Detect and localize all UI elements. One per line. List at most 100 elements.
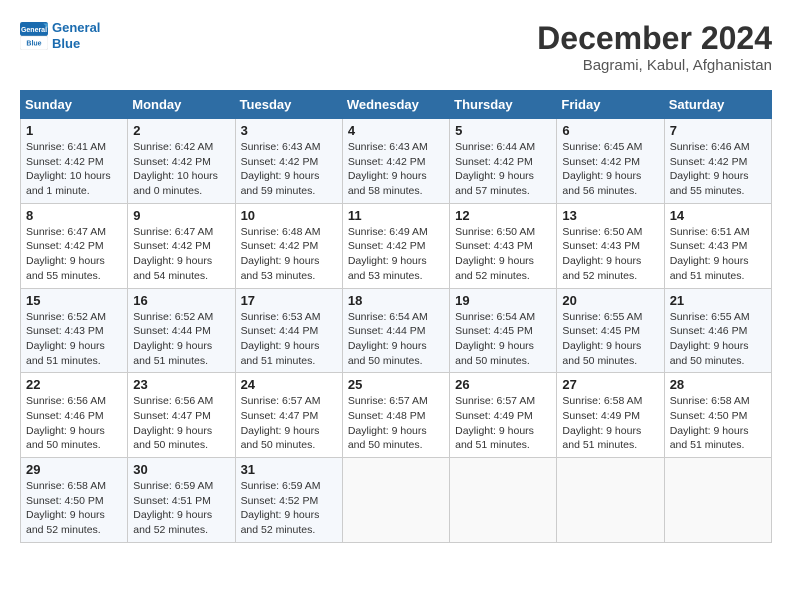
- day-info: Sunrise: 6:55 AM Sunset: 4:46 PM Dayligh…: [670, 310, 766, 369]
- day-info: Sunrise: 6:59 AM Sunset: 4:51 PM Dayligh…: [133, 479, 229, 538]
- day-info: Sunrise: 6:54 AM Sunset: 4:44 PM Dayligh…: [348, 310, 444, 369]
- header-monday: Monday: [128, 91, 235, 119]
- calendar-cell: 11 Sunrise: 6:49 AM Sunset: 4:42 PM Dayl…: [342, 203, 449, 288]
- day-number: 4: [348, 123, 444, 138]
- page-title: December 2024: [537, 20, 772, 57]
- calendar-week-4: 22 Sunrise: 6:56 AM Sunset: 4:46 PM Dayl…: [21, 373, 772, 458]
- calendar-cell: 16 Sunrise: 6:52 AM Sunset: 4:44 PM Dayl…: [128, 288, 235, 373]
- day-info: Sunrise: 6:42 AM Sunset: 4:42 PM Dayligh…: [133, 140, 229, 199]
- header-tuesday: Tuesday: [235, 91, 342, 119]
- calendar-cell: 17 Sunrise: 6:53 AM Sunset: 4:44 PM Dayl…: [235, 288, 342, 373]
- calendar-week-5: 29 Sunrise: 6:58 AM Sunset: 4:50 PM Dayl…: [21, 458, 772, 543]
- day-number: 21: [670, 293, 766, 308]
- calendar-week-2: 8 Sunrise: 6:47 AM Sunset: 4:42 PM Dayli…: [21, 203, 772, 288]
- day-number: 18: [348, 293, 444, 308]
- page-subtitle: Bagrami, Kabul, Afghanistan: [537, 57, 772, 74]
- day-number: 20: [562, 293, 658, 308]
- header-saturday: Saturday: [664, 91, 771, 119]
- day-info: Sunrise: 6:58 AM Sunset: 4:50 PM Dayligh…: [26, 479, 122, 538]
- day-info: Sunrise: 6:52 AM Sunset: 4:43 PM Dayligh…: [26, 310, 122, 369]
- calendar-cell: [342, 458, 449, 543]
- day-info: Sunrise: 6:58 AM Sunset: 4:49 PM Dayligh…: [562, 394, 658, 453]
- day-info: Sunrise: 6:50 AM Sunset: 4:43 PM Dayligh…: [562, 225, 658, 284]
- calendar-cell: 27 Sunrise: 6:58 AM Sunset: 4:49 PM Dayl…: [557, 373, 664, 458]
- calendar-cell: 22 Sunrise: 6:56 AM Sunset: 4:46 PM Dayl…: [21, 373, 128, 458]
- day-info: Sunrise: 6:51 AM Sunset: 4:43 PM Dayligh…: [670, 225, 766, 284]
- day-number: 12: [455, 208, 551, 223]
- calendar-cell: 28 Sunrise: 6:58 AM Sunset: 4:50 PM Dayl…: [664, 373, 771, 458]
- day-info: Sunrise: 6:47 AM Sunset: 4:42 PM Dayligh…: [26, 225, 122, 284]
- calendar-cell: 31 Sunrise: 6:59 AM Sunset: 4:52 PM Dayl…: [235, 458, 342, 543]
- day-number: 26: [455, 377, 551, 392]
- calendar-week-3: 15 Sunrise: 6:52 AM Sunset: 4:43 PM Dayl…: [21, 288, 772, 373]
- day-number: 10: [241, 208, 337, 223]
- day-number: 30: [133, 462, 229, 477]
- logo: General Blue General Blue: [20, 20, 100, 51]
- calendar-cell: 13 Sunrise: 6:50 AM Sunset: 4:43 PM Dayl…: [557, 203, 664, 288]
- day-info: Sunrise: 6:43 AM Sunset: 4:42 PM Dayligh…: [348, 140, 444, 199]
- day-info: Sunrise: 6:50 AM Sunset: 4:43 PM Dayligh…: [455, 225, 551, 284]
- day-number: 5: [455, 123, 551, 138]
- day-number: 31: [241, 462, 337, 477]
- header-thursday: Thursday: [450, 91, 557, 119]
- day-number: 11: [348, 208, 444, 223]
- calendar-cell: 26 Sunrise: 6:57 AM Sunset: 4:49 PM Dayl…: [450, 373, 557, 458]
- calendar-cell: 23 Sunrise: 6:56 AM Sunset: 4:47 PM Dayl…: [128, 373, 235, 458]
- calendar-cell: 14 Sunrise: 6:51 AM Sunset: 4:43 PM Dayl…: [664, 203, 771, 288]
- calendar-cell: 30 Sunrise: 6:59 AM Sunset: 4:51 PM Dayl…: [128, 458, 235, 543]
- calendar-header-row: SundayMondayTuesdayWednesdayThursdayFrid…: [21, 91, 772, 119]
- day-number: 16: [133, 293, 229, 308]
- calendar-cell: 1 Sunrise: 6:41 AM Sunset: 4:42 PM Dayli…: [21, 119, 128, 204]
- day-info: Sunrise: 6:57 AM Sunset: 4:47 PM Dayligh…: [241, 394, 337, 453]
- header-wednesday: Wednesday: [342, 91, 449, 119]
- calendar-cell: 18 Sunrise: 6:54 AM Sunset: 4:44 PM Dayl…: [342, 288, 449, 373]
- day-number: 3: [241, 123, 337, 138]
- day-info: Sunrise: 6:58 AM Sunset: 4:50 PM Dayligh…: [670, 394, 766, 453]
- calendar-cell: 2 Sunrise: 6:42 AM Sunset: 4:42 PM Dayli…: [128, 119, 235, 204]
- logo-text-line1: General: [52, 20, 100, 36]
- day-number: 14: [670, 208, 766, 223]
- calendar-cell: [557, 458, 664, 543]
- calendar-cell: 21 Sunrise: 6:55 AM Sunset: 4:46 PM Dayl…: [664, 288, 771, 373]
- calendar-cell: 8 Sunrise: 6:47 AM Sunset: 4:42 PM Dayli…: [21, 203, 128, 288]
- day-number: 22: [26, 377, 122, 392]
- calendar-cell: 7 Sunrise: 6:46 AM Sunset: 4:42 PM Dayli…: [664, 119, 771, 204]
- calendar-cell: 20 Sunrise: 6:55 AM Sunset: 4:45 PM Dayl…: [557, 288, 664, 373]
- day-number: 15: [26, 293, 122, 308]
- day-number: 6: [562, 123, 658, 138]
- calendar-cell: 4 Sunrise: 6:43 AM Sunset: 4:42 PM Dayli…: [342, 119, 449, 204]
- title-block: December 2024 Bagrami, Kabul, Afghanista…: [537, 20, 772, 74]
- day-info: Sunrise: 6:54 AM Sunset: 4:45 PM Dayligh…: [455, 310, 551, 369]
- calendar-cell: 5 Sunrise: 6:44 AM Sunset: 4:42 PM Dayli…: [450, 119, 557, 204]
- day-info: Sunrise: 6:49 AM Sunset: 4:42 PM Dayligh…: [348, 225, 444, 284]
- day-info: Sunrise: 6:57 AM Sunset: 4:48 PM Dayligh…: [348, 394, 444, 453]
- day-info: Sunrise: 6:55 AM Sunset: 4:45 PM Dayligh…: [562, 310, 658, 369]
- day-info: Sunrise: 6:48 AM Sunset: 4:42 PM Dayligh…: [241, 225, 337, 284]
- svg-text:Blue: Blue: [26, 40, 41, 47]
- day-info: Sunrise: 6:45 AM Sunset: 4:42 PM Dayligh…: [562, 140, 658, 199]
- day-info: Sunrise: 6:47 AM Sunset: 4:42 PM Dayligh…: [133, 225, 229, 284]
- day-info: Sunrise: 6:52 AM Sunset: 4:44 PM Dayligh…: [133, 310, 229, 369]
- calendar-cell: [450, 458, 557, 543]
- day-info: Sunrise: 6:41 AM Sunset: 4:42 PM Dayligh…: [26, 140, 122, 199]
- calendar-cell: 24 Sunrise: 6:57 AM Sunset: 4:47 PM Dayl…: [235, 373, 342, 458]
- day-number: 24: [241, 377, 337, 392]
- header-sunday: Sunday: [21, 91, 128, 119]
- day-number: 13: [562, 208, 658, 223]
- day-number: 9: [133, 208, 229, 223]
- day-number: 29: [26, 462, 122, 477]
- calendar-cell: 15 Sunrise: 6:52 AM Sunset: 4:43 PM Dayl…: [21, 288, 128, 373]
- day-number: 17: [241, 293, 337, 308]
- calendar-cell: 6 Sunrise: 6:45 AM Sunset: 4:42 PM Dayli…: [557, 119, 664, 204]
- day-number: 25: [348, 377, 444, 392]
- day-number: 23: [133, 377, 229, 392]
- day-number: 27: [562, 377, 658, 392]
- day-info: Sunrise: 6:44 AM Sunset: 4:42 PM Dayligh…: [455, 140, 551, 199]
- day-info: Sunrise: 6:53 AM Sunset: 4:44 PM Dayligh…: [241, 310, 337, 369]
- logo-text-line2: Blue: [52, 36, 100, 52]
- calendar-cell: 29 Sunrise: 6:58 AM Sunset: 4:50 PM Dayl…: [21, 458, 128, 543]
- day-number: 8: [26, 208, 122, 223]
- day-info: Sunrise: 6:59 AM Sunset: 4:52 PM Dayligh…: [241, 479, 337, 538]
- day-number: 28: [670, 377, 766, 392]
- day-info: Sunrise: 6:46 AM Sunset: 4:42 PM Dayligh…: [670, 140, 766, 199]
